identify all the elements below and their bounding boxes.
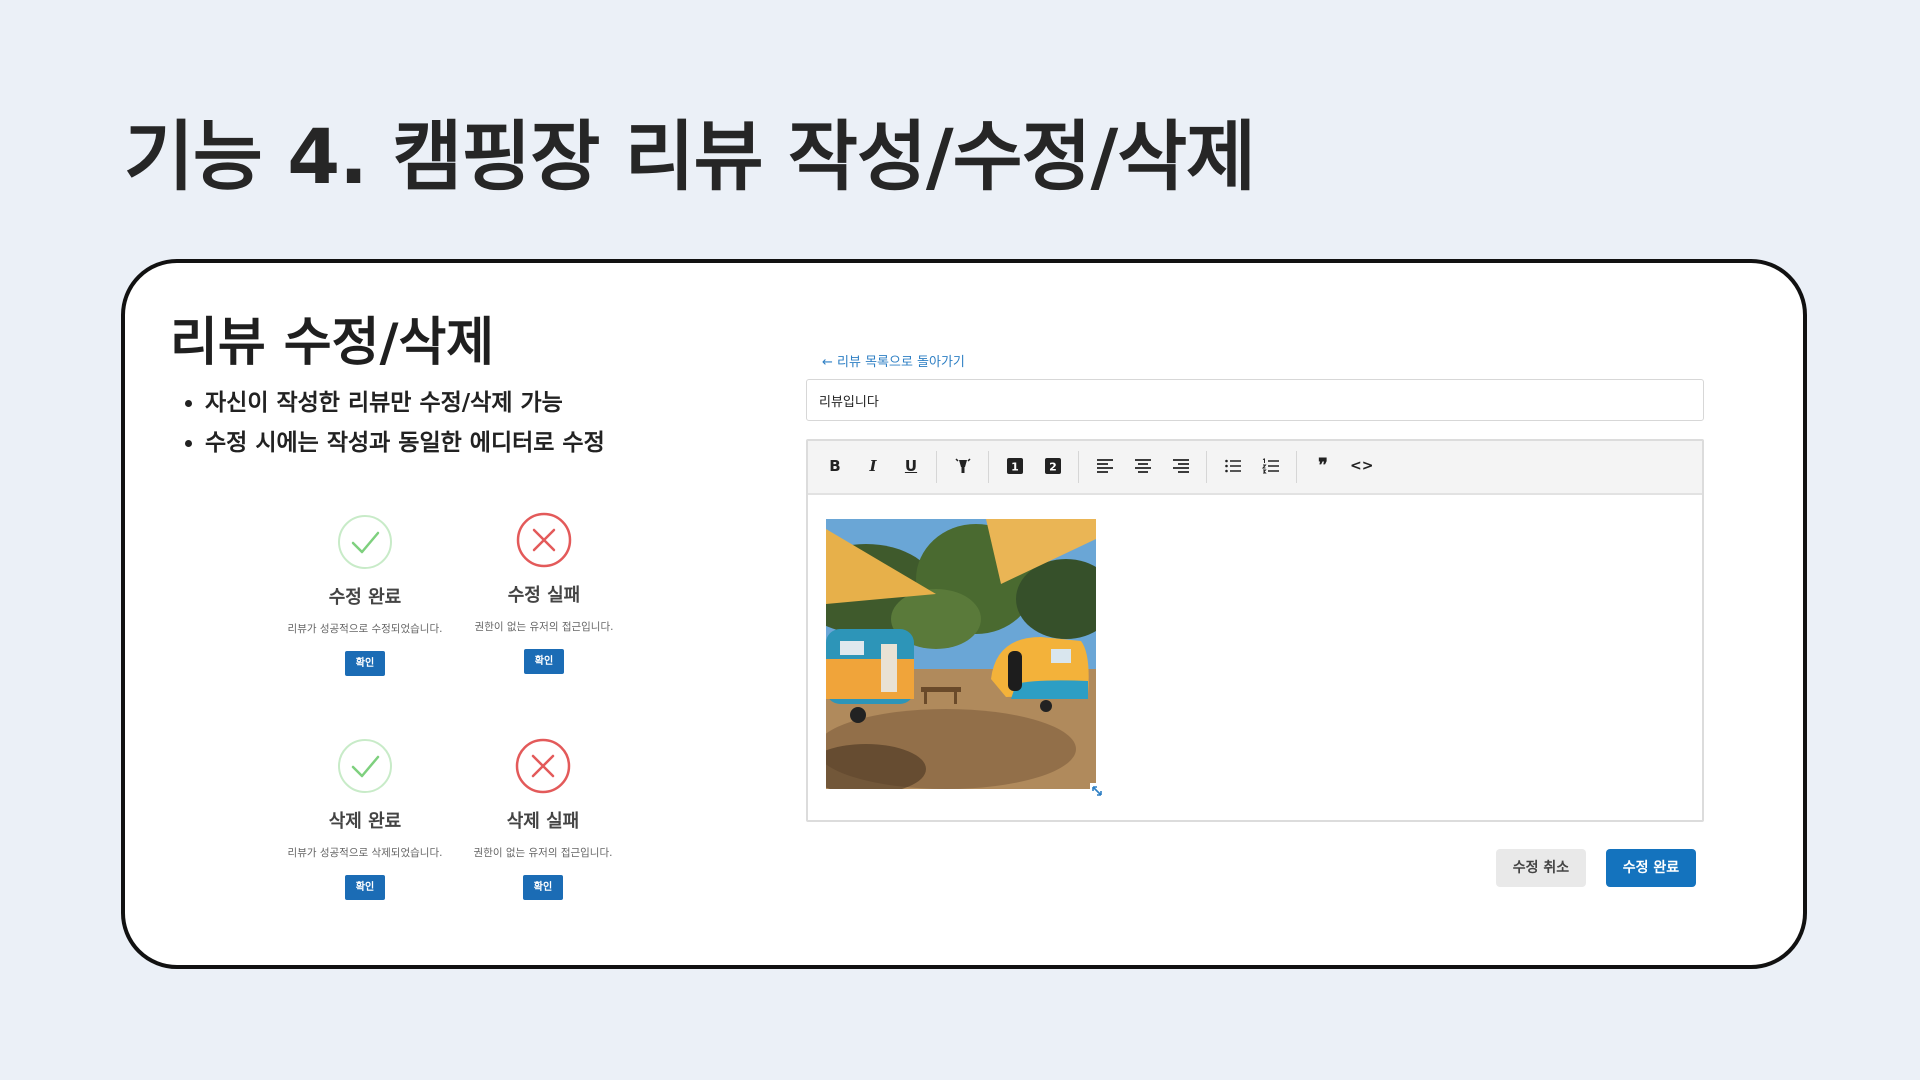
rich-text-editor: B I U 1 2 ❞ <> xyxy=(806,439,1704,822)
bullet-dot-icon xyxy=(185,400,192,407)
confirm-button[interactable]: 확인 xyxy=(524,649,564,674)
toolbar-divider xyxy=(936,451,937,483)
bullet-item: 자신이 작성한 리뷰만 수정/삭제 가능 xyxy=(185,383,605,423)
heading1-icon[interactable]: 1 xyxy=(1004,455,1026,477)
back-to-list-link[interactable]: ← 리뷰 목록으로 돌아가기 xyxy=(822,351,965,370)
svg-text:1: 1 xyxy=(1011,461,1019,474)
check-icon xyxy=(337,514,393,570)
underline-icon[interactable]: U xyxy=(900,455,922,477)
x-icon xyxy=(515,738,571,794)
toolbar-divider xyxy=(988,451,989,483)
submit-edit-button[interactable]: 수정 완료 xyxy=(1606,849,1696,887)
modal-delete-success: 삭제 완료 리뷰가 성공적으로 삭제되었습니다. 확인 xyxy=(270,738,460,900)
ordered-list-icon[interactable] xyxy=(1260,455,1282,477)
modal-message: 권한이 없는 유저의 접근입니다. xyxy=(473,847,613,859)
bullet-item: 수정 시에는 작성과 동일한 에디터로 수정 xyxy=(185,423,605,463)
modal-title: 수정 완료 xyxy=(328,587,402,608)
slide-title: 기능 4. 캠핑장 리뷰 작성/수정/삭제 xyxy=(124,112,1256,201)
modal-edit-failure: 수정 실패 권한이 없는 유저의 접근입니다. 확인 xyxy=(449,512,639,674)
highlight-icon[interactable] xyxy=(952,455,974,477)
confirm-button[interactable]: 확인 xyxy=(345,651,385,676)
modal-message: 리뷰가 성공적으로 삭제되었습니다. xyxy=(287,847,443,859)
toolbar-divider xyxy=(1296,451,1297,483)
italic-icon[interactable]: I xyxy=(862,455,884,477)
modal-edit-success: 수정 완료 리뷰가 성공적으로 수정되었습니다. 확인 xyxy=(270,514,460,676)
check-icon xyxy=(337,738,393,794)
editor-content-area[interactable] xyxy=(808,493,1702,820)
modal-title: 수정 실패 xyxy=(507,585,581,606)
align-right-icon[interactable] xyxy=(1170,455,1192,477)
image-resize-icon[interactable] xyxy=(1090,783,1104,797)
toolbar-divider xyxy=(1078,451,1079,483)
align-left-icon[interactable] xyxy=(1094,455,1116,477)
bold-icon[interactable]: B xyxy=(824,455,846,477)
toolbar-divider xyxy=(1206,451,1207,483)
confirm-button[interactable]: 확인 xyxy=(523,875,563,900)
modal-message: 권한이 없는 유저의 접근입니다. xyxy=(474,621,614,633)
cancel-edit-button[interactable]: 수정 취소 xyxy=(1496,849,1586,887)
heading2-icon[interactable]: 2 xyxy=(1042,455,1064,477)
feature-bullet-list: 자신이 작성한 리뷰만 수정/삭제 가능 수정 시에는 작성과 동일한 에디터로… xyxy=(185,383,605,463)
x-icon xyxy=(516,512,572,568)
modal-title: 삭제 실패 xyxy=(506,811,580,832)
review-title-input[interactable] xyxy=(806,379,1704,421)
blockquote-icon[interactable]: ❞ xyxy=(1312,455,1334,477)
modal-title: 삭제 완료 xyxy=(328,811,402,832)
bullet-dot-icon xyxy=(185,440,192,447)
confirm-button[interactable]: 확인 xyxy=(345,875,385,900)
modal-message: 리뷰가 성공적으로 수정되었습니다. xyxy=(287,623,443,635)
align-center-icon[interactable] xyxy=(1132,455,1154,477)
editor-toolbar: B I U 1 2 ❞ <> xyxy=(808,441,1702,495)
campsite-trailers-photo[interactable] xyxy=(826,519,1096,789)
svg-text:2: 2 xyxy=(1049,461,1057,474)
bullet-list-icon[interactable] xyxy=(1222,455,1244,477)
modal-delete-failure: 삭제 실패 권한이 없는 유저의 접근입니다. 확인 xyxy=(448,738,638,900)
code-icon[interactable]: <> xyxy=(1350,455,1373,477)
card-title: 리뷰 수정/삭제 xyxy=(170,313,495,373)
